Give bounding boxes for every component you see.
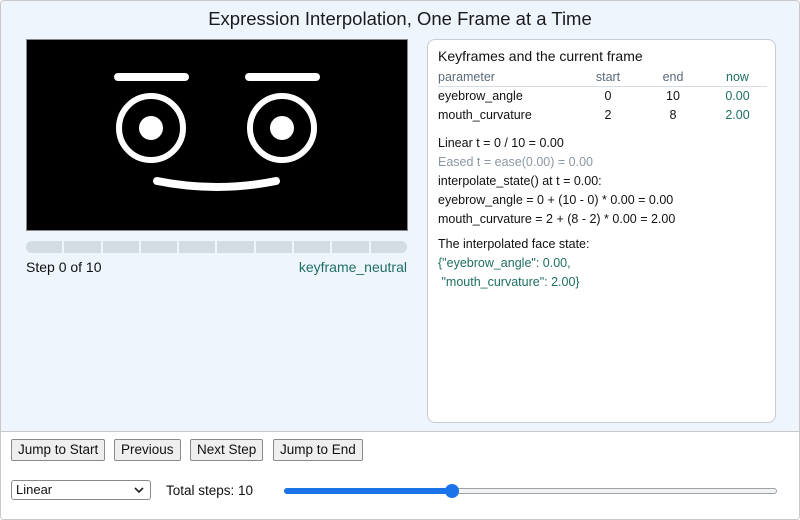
state-heading: The interpolated face state: [438, 237, 590, 251]
page-title: Expression Interpolation, One Frame at a… [208, 8, 592, 29]
keyframes-table: parameter start end now eyebrow_angle 0 … [438, 70, 767, 124]
column-header-now: now [708, 70, 767, 87]
table-row: eyebrow_angle 0 10 0.00 [438, 86, 767, 105]
face-canvas [26, 39, 408, 231]
progress-segment [102, 241, 139, 253]
row-end: 10 [666, 88, 680, 103]
progress-segment [370, 241, 407, 253]
column-header-parameter: parameter [438, 70, 578, 87]
progress-segment [140, 241, 178, 253]
left-pupil [139, 116, 163, 140]
right-pupil [270, 116, 294, 140]
easing-select[interactable]: Linear [11, 480, 151, 500]
interpolate-heading: interpolate_state() at t = 0.00: [438, 174, 602, 188]
row-start: 0 [604, 88, 612, 103]
progress-segment [64, 241, 101, 253]
progress-segment [179, 241, 216, 253]
table-row: mouth_curvature 2 8 2.00 [438, 105, 767, 124]
progress-segment [255, 241, 293, 253]
eased-t-line: Eased t = ease(0.00) = 0.00 [438, 155, 593, 169]
jump-to-end-button[interactable]: Jump to End [273, 439, 363, 461]
state-json-line: "mouth_curvature": 2.00} [438, 275, 580, 289]
next-step-button[interactable]: Next Step [190, 439, 264, 461]
slider-fill [284, 488, 452, 494]
face-drawing [114, 73, 320, 191]
panel-heading: Keyframes and the current frame [438, 48, 643, 64]
progress-segment [217, 241, 254, 253]
app-window: Expression Interpolation, One Frame at a… [0, 0, 800, 520]
main-area: Expression Interpolation, One Frame at a… [1, 1, 799, 431]
row-now: 2.00 [725, 107, 750, 122]
interpolate-line: mouth_curvature = 2 + (8 - 2) * 0.00 = 2… [438, 212, 676, 226]
column-header-end: end [638, 70, 708, 87]
column-header-start: start [578, 70, 638, 87]
easing-select-value: Linear [16, 482, 53, 497]
row-parameter: mouth_curvature [438, 107, 532, 122]
previous-button[interactable]: Previous [114, 439, 181, 461]
linear-t-line: Linear t = 0 / 10 = 0.00 [438, 136, 564, 150]
row-end: 8 [669, 107, 677, 122]
step-progress-bar [26, 241, 407, 253]
total-steps-slider[interactable] [284, 484, 777, 498]
row-now: 0.00 [725, 88, 750, 103]
total-steps-label: Total steps: 10 [166, 483, 254, 498]
table-header-row: parameter start end now [438, 70, 767, 87]
mouth [153, 177, 280, 191]
interpolate-line: eyebrow_angle = 0 + (10 - 0) * 0.00 = 0.… [438, 193, 674, 207]
jump-to-start-button[interactable]: Jump to Start [11, 439, 106, 461]
progress-segment [294, 241, 331, 253]
row-parameter: eyebrow_angle [438, 88, 523, 103]
controls-bar: Jump to Start Previous Next Step Jump to… [1, 431, 799, 519]
progress-segment [332, 241, 369, 253]
keyframe-name: keyframe_neutral [298, 259, 407, 275]
row-start: 2 [604, 107, 612, 122]
progress-segment [26, 241, 63, 253]
slider-thumb[interactable] [444, 484, 459, 498]
step-counter: Step 0 of 10 [26, 259, 102, 275]
state-json-line: {"eyebrow_angle": 0.00, [438, 256, 571, 270]
keyframes-panel: Keyframes and the current frame paramete… [427, 39, 776, 423]
chevron-down-icon [134, 487, 144, 494]
